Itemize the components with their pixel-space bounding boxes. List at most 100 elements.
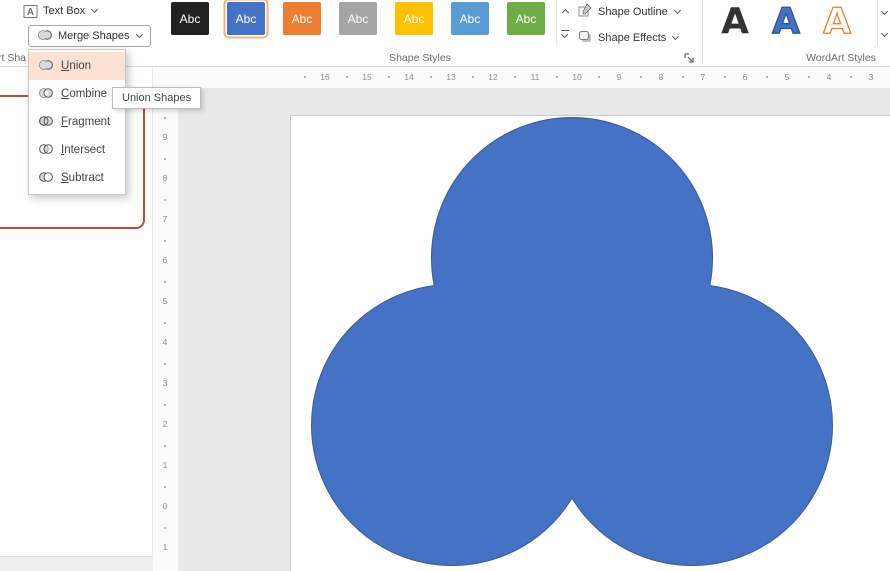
ruler-tick	[766, 76, 768, 78]
ruler-tick	[346, 76, 348, 78]
menu-item-union[interactable]: Union	[29, 52, 125, 80]
fragment-icon	[38, 115, 54, 130]
insert-shapes-group-label-partial: rt Sha	[0, 52, 26, 64]
text-box-button[interactable]: A Text Box	[23, 0, 97, 22]
ruler-tick	[724, 76, 726, 78]
menu-item-label: Union	[61, 60, 91, 72]
merged-shape[interactable]	[290, 115, 890, 571]
ruler-number: 13	[446, 72, 455, 82]
menu-item-fragment[interactable]: Fragment	[29, 108, 125, 136]
tooltip-text: Union Shapes	[122, 92, 191, 104]
ruler-number: 7	[163, 214, 168, 224]
ruler-number: 2	[163, 419, 168, 429]
ruler-tick	[640, 76, 642, 78]
shape-styles-dialog-launcher[interactable]	[683, 52, 696, 65]
shape-outline-button[interactable]: Shape Outline	[578, 2, 680, 22]
ruler-number: 4	[827, 72, 832, 82]
ruler-number: 1	[163, 542, 168, 552]
ruler-tick	[164, 281, 166, 283]
menu-item-label: Subtract	[61, 172, 104, 184]
menu-item-label: Combine	[61, 88, 107, 100]
wordart-style-thumb[interactable]: A	[714, 0, 756, 45]
ruler-tick	[164, 486, 166, 488]
combine-icon	[38, 87, 54, 102]
ruler-number: 7	[701, 72, 706, 82]
ruler-number: 15	[362, 72, 371, 82]
merge-shapes-label: Merge Shapes	[58, 30, 130, 42]
wordart-style-thumb[interactable]: A	[765, 0, 807, 45]
shape-style-thumb[interactable]: Abc	[507, 2, 545, 35]
wordart-scroll-down-button[interactable]	[878, 0, 890, 22]
ruler-number: 5	[163, 296, 168, 306]
vertical-ruler: 98765432101	[153, 88, 178, 571]
text-box-label: Text Box	[43, 5, 85, 17]
shape-style-thumb[interactable]: Abc	[451, 2, 489, 35]
ruler-number: 10	[572, 72, 581, 82]
ruler-tick	[164, 527, 166, 529]
wordart-style-thumb[interactable]: A	[816, 0, 858, 45]
ruler-number: 6	[163, 255, 168, 265]
merge-shapes-button[interactable]: Merge Shapes	[28, 25, 151, 47]
chevron-down-icon	[674, 7, 681, 14]
ruler-number: 8	[659, 72, 664, 82]
ruler-tick	[598, 76, 600, 78]
merge-shapes-menu: Union Combine Fragment Intersect Subtract	[28, 49, 126, 195]
ruler-tick	[514, 76, 516, 78]
ruler-number: 12	[488, 72, 497, 82]
ruler-number: 6	[743, 72, 748, 82]
shape-effects-icon	[578, 29, 593, 47]
horizontal-ruler: 161514131211109876543	[153, 67, 890, 88]
shape-style-thumb[interactable]: Abc	[227, 2, 265, 35]
subtract-icon	[38, 171, 54, 186]
shape-styles-group-label: Shape Styles	[240, 52, 600, 64]
gallery-scroll-up-button[interactable]	[557, 0, 572, 22]
ruler-tick	[164, 363, 166, 365]
gallery-more-button[interactable]	[557, 22, 572, 44]
chevron-down-icon	[880, 7, 887, 14]
shape-effects-label: Shape Effects	[598, 32, 666, 44]
ruler-number: 8	[163, 173, 168, 183]
ruler-tick	[164, 445, 166, 447]
ruler-tick	[164, 404, 166, 406]
ruler-tick	[388, 76, 390, 78]
wordart-more-button[interactable]	[878, 22, 890, 44]
shape-style-thumb[interactable]: Abc	[283, 2, 321, 35]
ruler-tick	[304, 76, 306, 78]
ruler-tick	[164, 322, 166, 324]
ruler-tick	[556, 76, 558, 78]
ruler-number: 0	[163, 501, 168, 511]
ruler-number: 9	[617, 72, 622, 82]
ruler-tick	[682, 76, 684, 78]
chevron-down-icon	[136, 31, 143, 38]
svg-text:A: A	[27, 7, 34, 18]
ruler-number: 3	[869, 72, 874, 82]
menu-item-combine[interactable]: Combine	[29, 80, 125, 108]
gallery-scroll-controls	[556, 0, 572, 46]
intersect-icon	[38, 143, 54, 158]
ruler-tick	[164, 240, 166, 242]
merge-shapes-icon	[37, 29, 53, 44]
union-icon	[38, 59, 54, 74]
powerpoint-window: 161514131211109876543 98765432101 A Text…	[0, 0, 890, 571]
shape-outline-icon	[578, 3, 593, 21]
shape-style-thumb[interactable]: Abc	[339, 2, 377, 35]
shape-effects-button[interactable]: Shape Effects	[578, 28, 678, 48]
thumbnail-panel-scroll-track[interactable]	[0, 556, 153, 571]
wordart-scroll-controls	[877, 0, 890, 46]
menu-item-label: Intersect	[61, 144, 105, 156]
shape-style-thumb[interactable]: Abc	[395, 2, 433, 35]
ruler-tick	[164, 158, 166, 160]
ruler-number: 9	[163, 132, 168, 142]
chevron-up-icon	[562, 9, 569, 16]
group-separator	[702, 0, 703, 64]
ruler-number: 14	[404, 72, 413, 82]
ruler-tick	[472, 76, 474, 78]
ruler-tick	[164, 199, 166, 201]
menu-item-label: Fragment	[61, 116, 110, 128]
shape-style-thumb[interactable]: Abc	[171, 2, 209, 35]
ruler-number: 11	[531, 72, 540, 82]
menu-item-intersect[interactable]: Intersect	[29, 136, 125, 164]
menu-item-subtract[interactable]: Subtract	[29, 164, 125, 192]
ruler-number: 16	[320, 72, 329, 82]
ribbon: A Text Box Merge Shapes rt Sha Abc Abc Abc…	[0, 0, 890, 67]
